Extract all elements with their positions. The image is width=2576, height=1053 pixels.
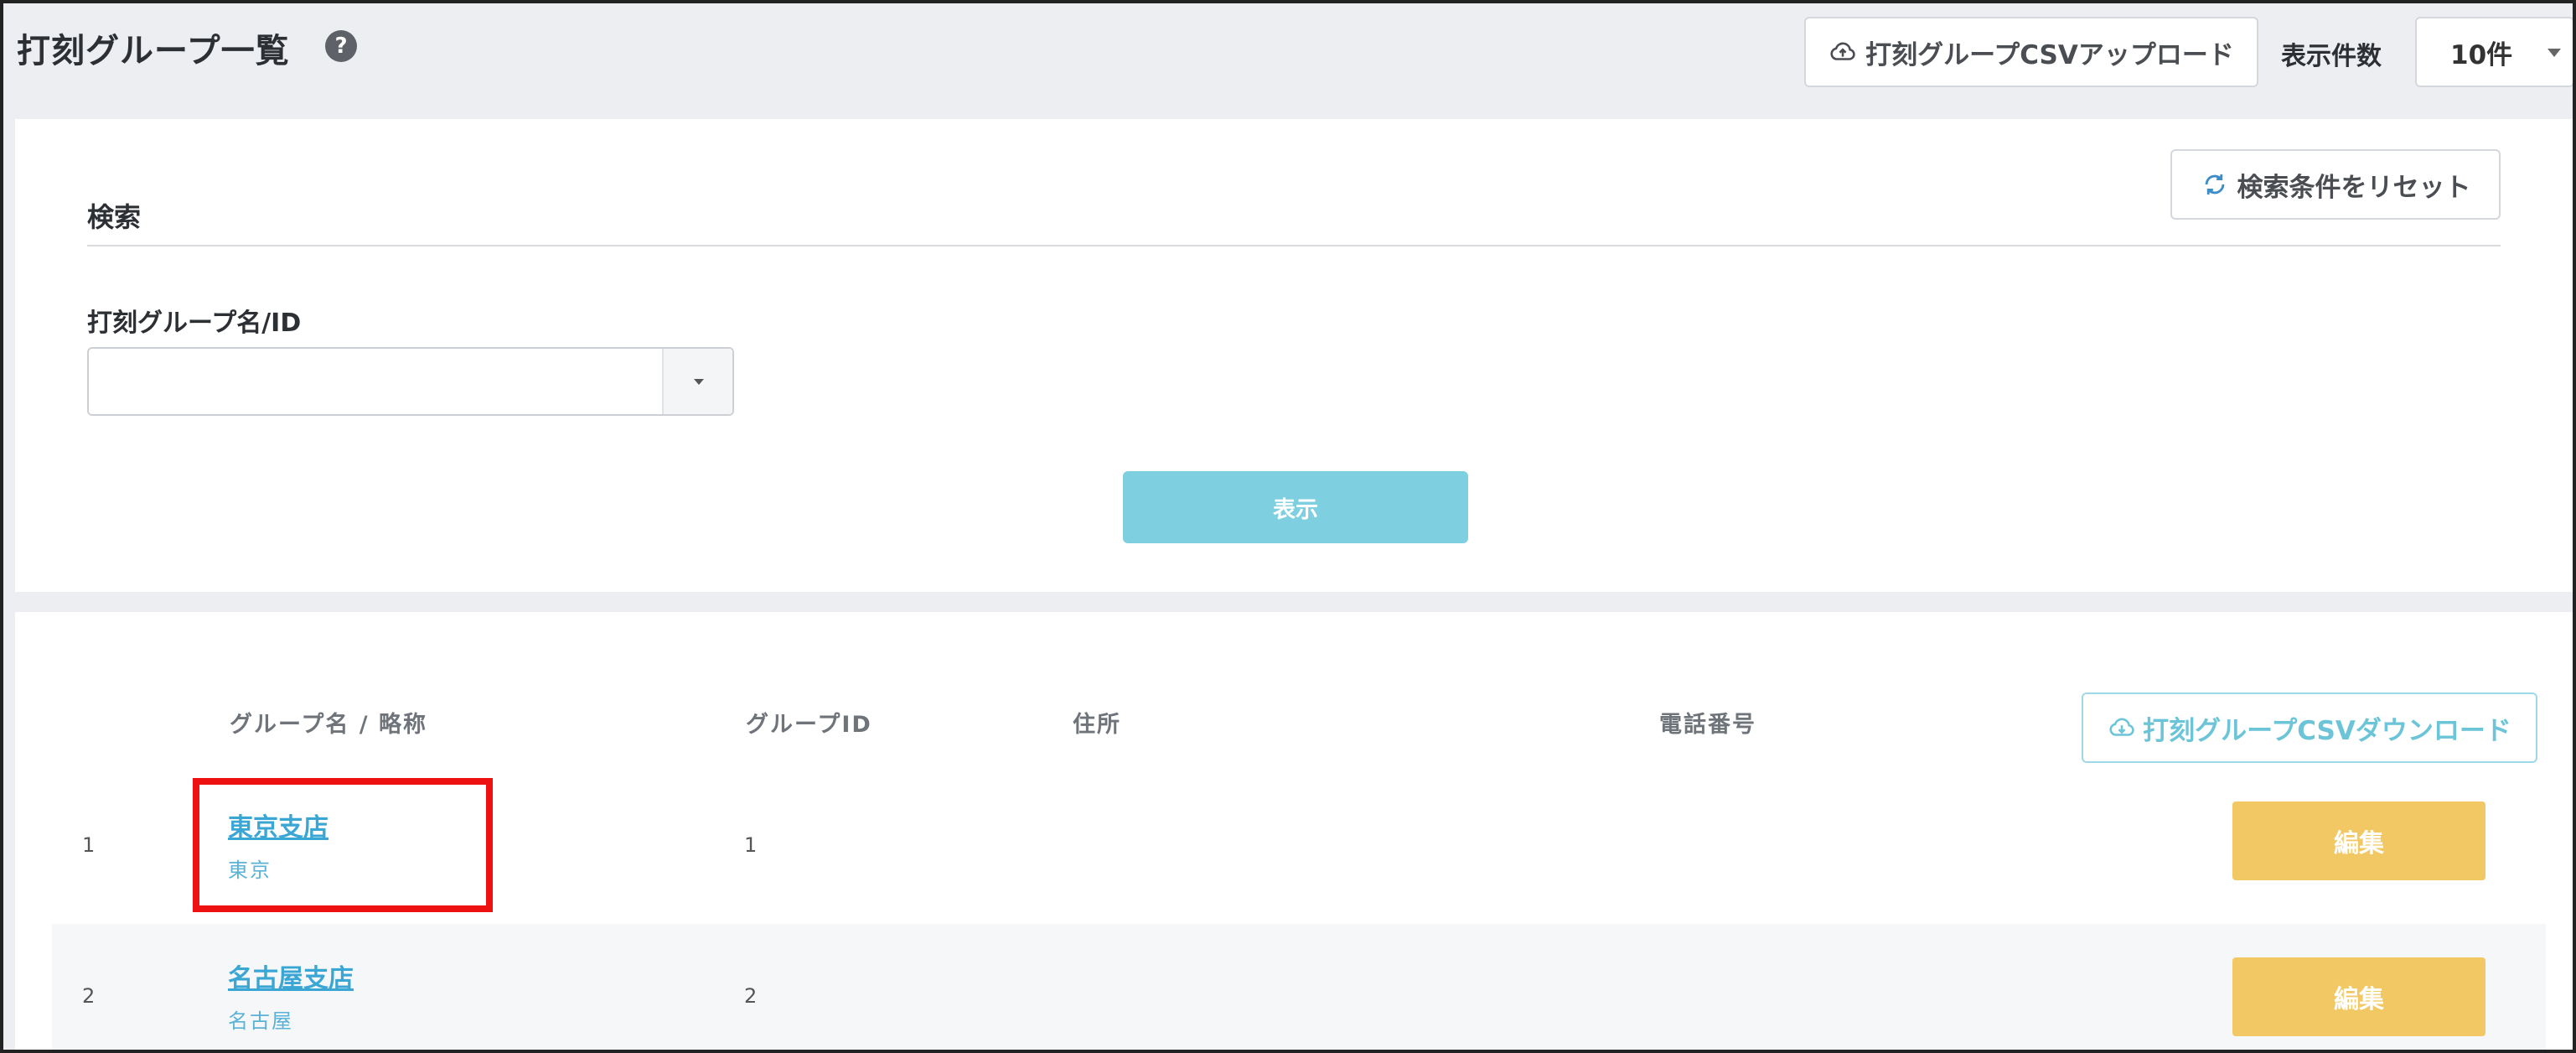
- cloud-download-icon: [2109, 718, 2134, 736]
- display-count-value: 10件: [2450, 39, 2513, 70]
- column-header-id: グループID: [746, 712, 872, 738]
- group-id: 1: [744, 833, 758, 857]
- group-select[interactable]: [87, 347, 734, 416]
- help-icon[interactable]: ?: [325, 30, 357, 62]
- chevron-down-icon: [2548, 49, 2561, 57]
- reset-search-button[interactable]: 検索条件をリセット: [2170, 149, 2501, 220]
- row-number: 2: [82, 984, 96, 1008]
- search-panel: 検索 検索条件をリセット 打刻グループ名/ID 表示: [15, 119, 2573, 592]
- refresh-icon: [2205, 174, 2224, 195]
- search-title: 検索: [87, 201, 142, 233]
- table-row: 2 名古屋支店 名古屋 2 編集: [52, 924, 2546, 1050]
- reset-search-label: 検索条件をリセット: [2237, 172, 2471, 203]
- group-abbreviation: 名古屋: [228, 1009, 293, 1033]
- page-header: 打刻グループ一覧 ? 打刻グループCSVアップロード 表示件数 10件: [3, 3, 2573, 119]
- column-header-address: 住所: [1073, 712, 1121, 738]
- column-header-phone: 電話番号: [1659, 712, 1756, 738]
- edit-button[interactable]: 編集: [2232, 801, 2485, 880]
- search-divider: [87, 245, 2501, 246]
- dropdown-toggle[interactable]: [662, 349, 732, 414]
- csv-download-label: 打刻グループCSVダウンロード: [2143, 715, 2511, 746]
- row-number: 1: [82, 833, 96, 857]
- show-button[interactable]: 表示: [1123, 471, 1468, 543]
- app-window: 打刻グループ一覧 ? 打刻グループCSVアップロード 表示件数 10件 検索 検…: [0, 0, 2576, 1053]
- display-count-label: 表示件数: [2281, 42, 2382, 71]
- group-id: 2: [744, 984, 758, 1008]
- edit-button[interactable]: 編集: [2232, 957, 2485, 1036]
- highlight-annotation-box: [193, 778, 493, 912]
- csv-upload-label: 打刻グループCSVアップロード: [1865, 39, 2234, 70]
- cloud-upload-icon: [1830, 42, 1855, 60]
- group-field-label: 打刻グループ名/ID: [87, 309, 302, 338]
- csv-upload-button[interactable]: 打刻グループCSVアップロード: [1804, 17, 2258, 87]
- csv-download-button[interactable]: 打刻グループCSVダウンロード: [2082, 692, 2537, 763]
- column-header-name: グループ名 / 略称: [230, 712, 428, 738]
- group-name-link[interactable]: 名古屋支店: [228, 957, 354, 994]
- page-title: 打刻グループ一覧: [17, 32, 290, 70]
- display-count-select[interactable]: 10件: [2415, 17, 2573, 87]
